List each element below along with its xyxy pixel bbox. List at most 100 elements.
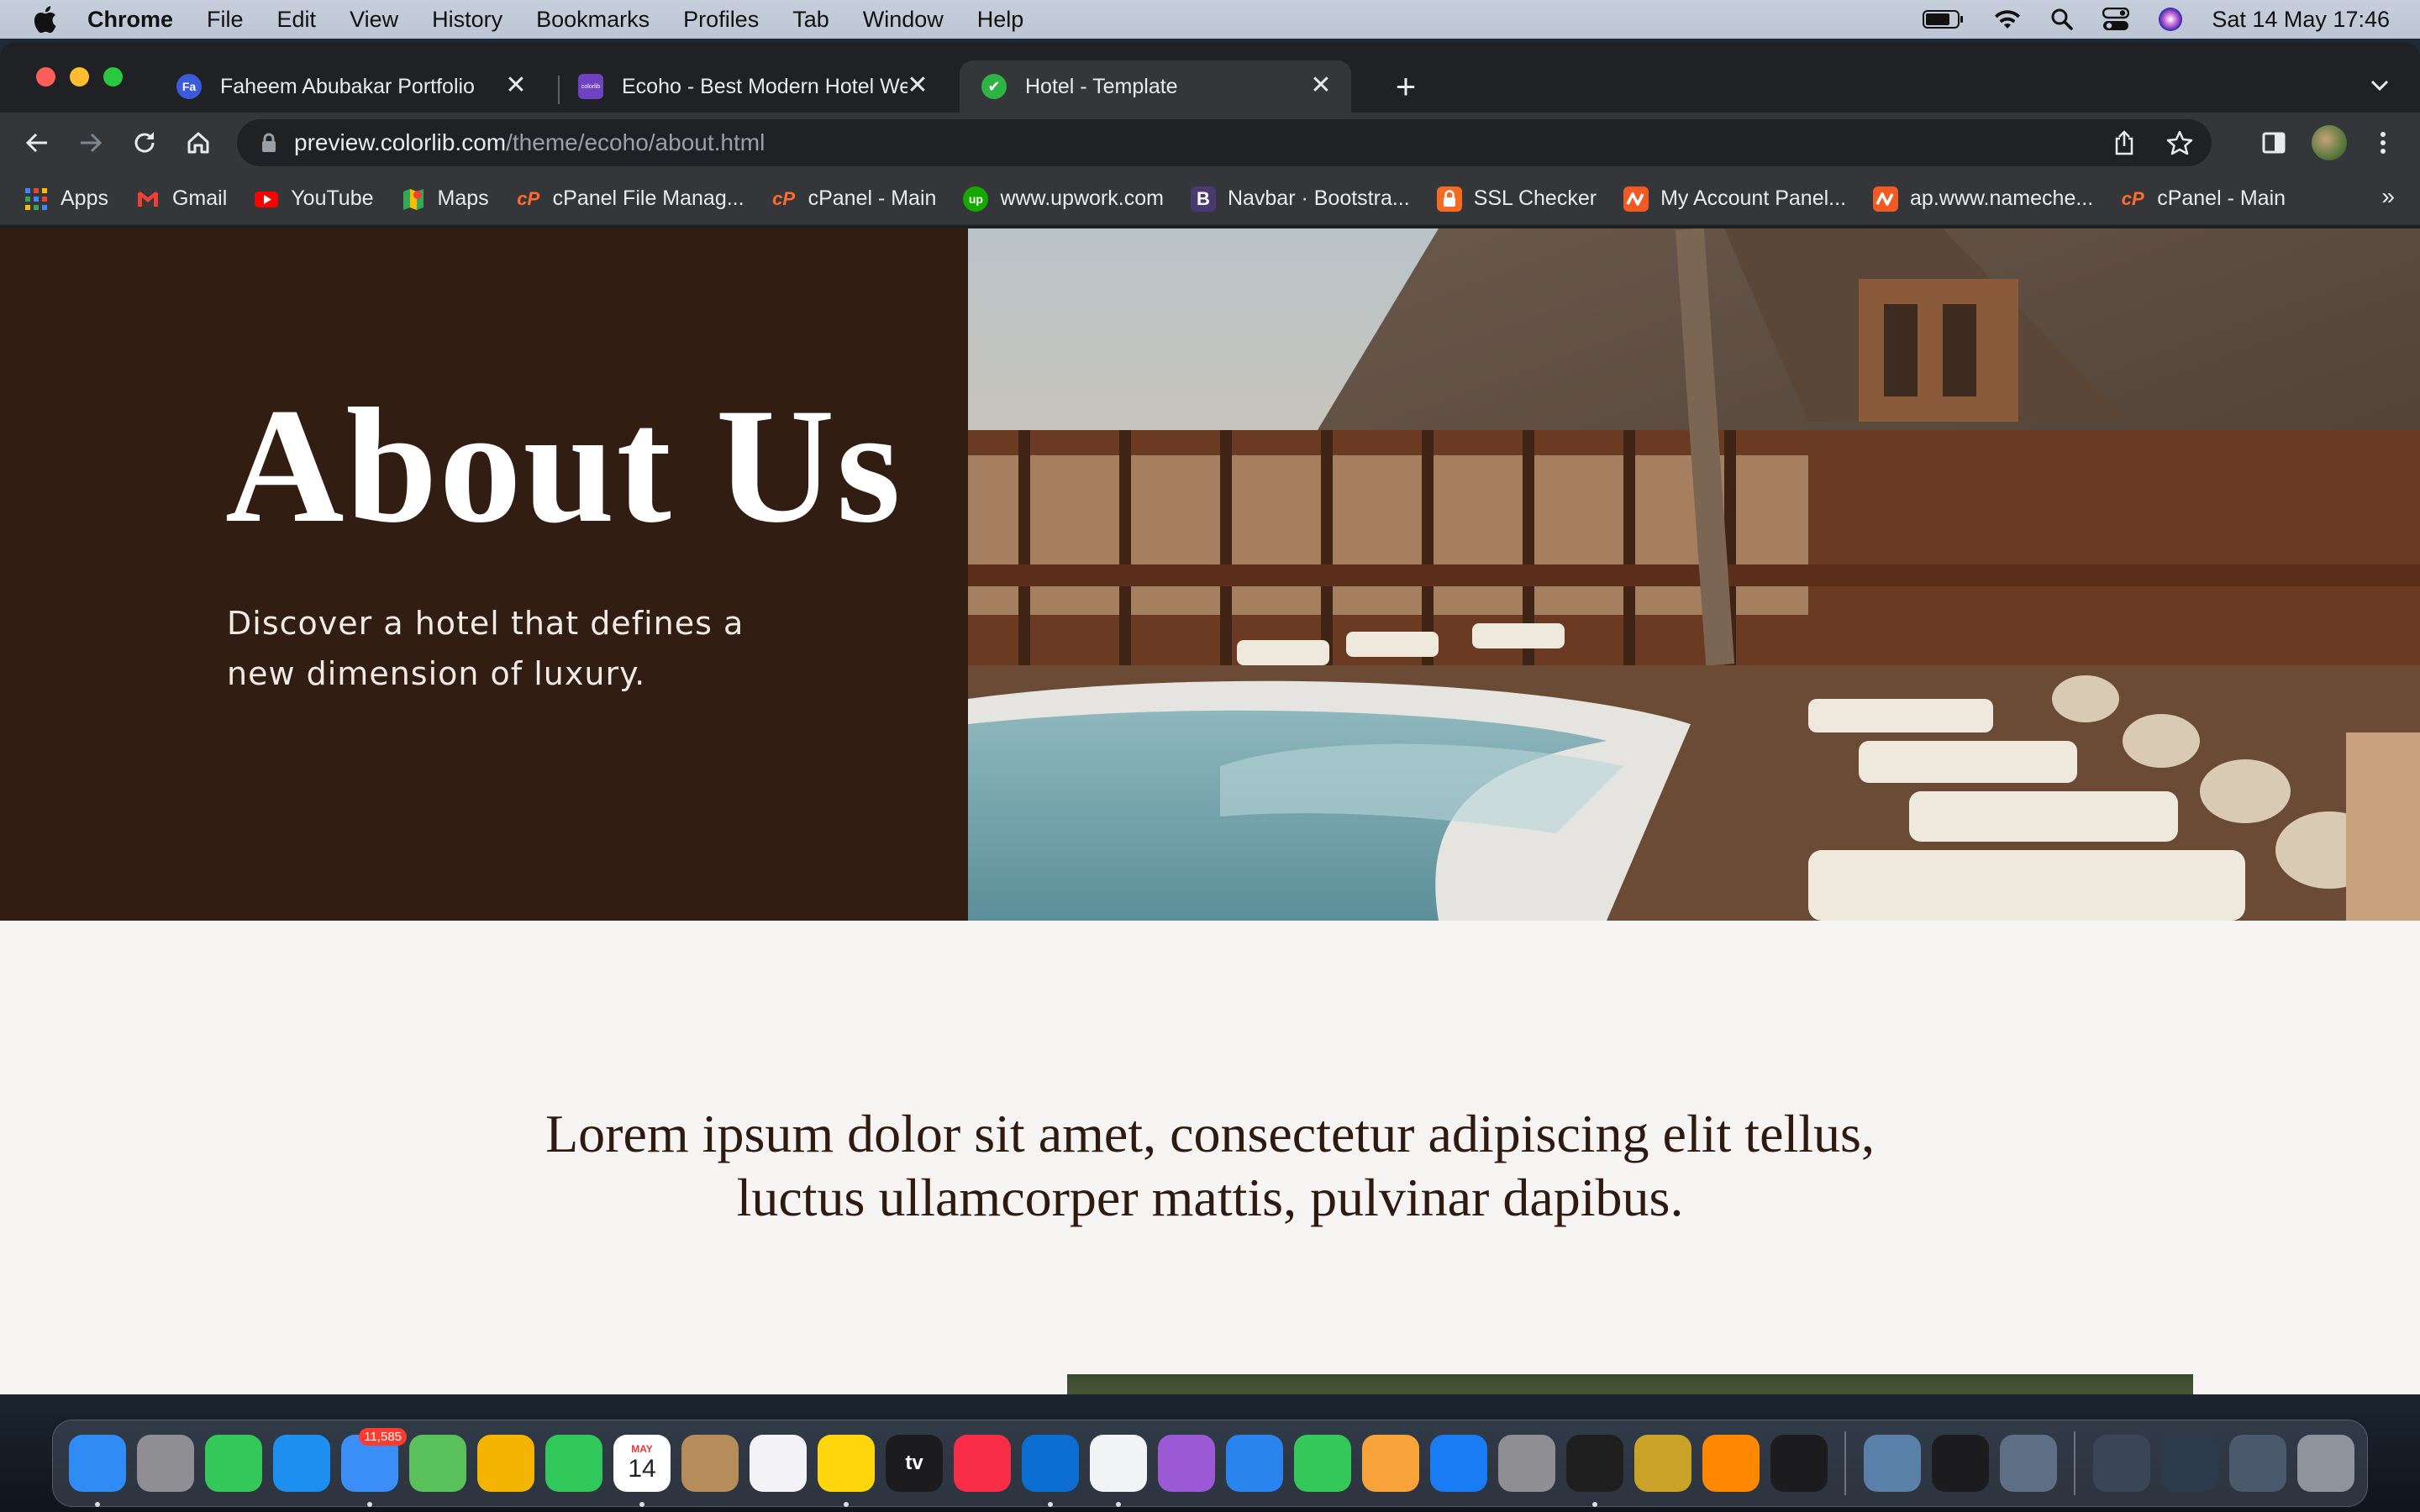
menu-view[interactable]: View (350, 7, 398, 33)
address-bar[interactable]: preview.colorlib.com/theme/ecoho/about.h… (237, 119, 2212, 166)
keynote-icon[interactable] (1226, 1435, 1283, 1492)
bookmark-bootstrap-navbar[interactable]: B Navbar · Bootstra... (1190, 186, 1410, 212)
forward-button[interactable] (72, 124, 109, 161)
tab-hotel-template[interactable]: ✔ Hotel - Template ✕ (960, 60, 1351, 113)
archive-utility-icon[interactable] (1634, 1435, 1691, 1492)
pages-icon[interactable] (1362, 1435, 1419, 1492)
menu-profiles[interactable]: Profiles (683, 7, 759, 33)
menu-bookmarks[interactable]: Bookmarks (536, 7, 650, 33)
spotlight-search-icon[interactable] (2050, 8, 2074, 31)
bookmark-ssl-checker[interactable]: SSL Checker (1436, 186, 1597, 212)
side-panel-button[interactable] (2255, 124, 2292, 161)
bookmark-gmail[interactable]: Gmail (135, 186, 227, 212)
dock-divider (1844, 1431, 1846, 1495)
downloads-stack-icon[interactable] (2161, 1435, 2218, 1492)
lock-icon[interactable] (260, 133, 277, 153)
trash-icon[interactable] (2297, 1435, 2354, 1492)
dock: 11,585 MAY 14 tv (52, 1420, 2368, 1507)
profile-button[interactable] (2311, 124, 2348, 161)
vscode-icon[interactable] (1022, 1435, 1079, 1507)
namecheap-icon (1623, 186, 1649, 212)
bookmark-label: YouTube (291, 186, 374, 210)
tab-ecoho[interactable]: colorlib Ecoho - Best Modern Hotel We ✕ (556, 60, 948, 113)
page-title: About Us (225, 375, 902, 557)
notes-icon[interactable] (818, 1435, 875, 1507)
menu-clock[interactable]: Sat 14 May 17:46 (2212, 7, 2390, 33)
bookmark-youtube[interactable]: YouTube (254, 186, 374, 212)
bookmark-my-account-panel[interactable]: My Account Panel... (1623, 186, 1846, 212)
new-tab-button[interactable]: + (1385, 66, 1427, 108)
finder-icon[interactable] (69, 1435, 126, 1507)
bookmark-label: Maps (437, 186, 489, 210)
menu-history[interactable]: History (432, 7, 502, 33)
launchpad-icon[interactable] (137, 1435, 194, 1492)
more-bookmarks-button[interactable]: » (2381, 183, 2395, 210)
maps-icon[interactable] (409, 1435, 466, 1492)
music-icon[interactable] (954, 1435, 1011, 1492)
bookmark-upwork[interactable]: up www.upwork.com (963, 186, 1164, 212)
calendar-icon[interactable]: MAY 14 (613, 1435, 671, 1507)
close-tab-icon[interactable]: ✕ (904, 72, 931, 99)
reminders-icon[interactable] (750, 1435, 807, 1492)
menu-file[interactable]: File (207, 7, 244, 33)
menu-help[interactable]: Help (977, 7, 1024, 33)
share-icon[interactable] (2112, 129, 2136, 156)
mail-icon[interactable]: 11,585 (341, 1428, 407, 1507)
tab-portfolio[interactable]: Fa Faheem Abubakar Portfolio ✕ (155, 60, 546, 113)
bookmark-cpanel-file-manager[interactable]: cP cPanel File Manag... (516, 186, 744, 212)
back-arrow-icon (25, 133, 47, 153)
bookmark-apps[interactable]: Apps (24, 186, 108, 212)
photos-icon[interactable] (477, 1435, 534, 1492)
namecheap-icon (1873, 186, 1899, 212)
wifi-icon[interactable] (1993, 8, 2022, 30)
bookmark-maps[interactable]: Maps (401, 186, 489, 212)
menu-tab[interactable]: Tab (792, 7, 829, 33)
running-indicator (1592, 1502, 1597, 1507)
tab-title: Ecoho - Best Modern Hotel We (622, 74, 908, 98)
close-window-button[interactable] (36, 67, 55, 87)
system-preferences-icon[interactable] (1498, 1435, 1555, 1492)
contacts-icon[interactable] (681, 1435, 739, 1492)
minimize-window-button[interactable] (70, 67, 89, 87)
tab-search-chevron-icon[interactable] (2365, 71, 2395, 101)
close-tab-icon[interactable]: ✕ (1307, 72, 1334, 99)
more-vertical-icon (2381, 132, 2386, 154)
forward-arrow-icon (81, 133, 103, 153)
tab-title: Hotel - Template (1025, 74, 1178, 98)
quicktime-icon[interactable] (2000, 1435, 2057, 1492)
preview-icon[interactable] (1864, 1435, 1921, 1492)
control-center-icon[interactable] (2102, 8, 2130, 31)
siri-icon[interactable] (2158, 7, 2183, 32)
bookmark-star-icon[interactable] (2166, 129, 2193, 156)
tab-title: Faheem Abubakar Portfolio (220, 74, 475, 98)
activity-monitor-icon[interactable] (1932, 1435, 1989, 1492)
home-button[interactable] (180, 124, 217, 161)
menu-app-name[interactable]: Chrome (87, 7, 173, 33)
back-button[interactable] (18, 124, 55, 161)
bookmark-cpanel-main[interactable]: cP cPanel - Main (771, 186, 936, 212)
menu-edit[interactable]: Edit (277, 7, 317, 33)
bookmark-cpanel-main-2[interactable]: cP cPanel - Main (2120, 186, 2286, 212)
app-store-icon[interactable] (1430, 1435, 1487, 1492)
landscape-image (1067, 1374, 2193, 1394)
close-tab-icon[interactable]: ✕ (502, 72, 529, 99)
facetime-icon[interactable] (545, 1435, 602, 1492)
fullscreen-window-button[interactable] (103, 67, 123, 87)
podcasts-icon[interactable] (1158, 1435, 1215, 1492)
reload-button[interactable] (126, 124, 163, 161)
chrome-menu-button[interactable] (2365, 124, 2402, 161)
apple-menu-icon[interactable] (32, 5, 57, 34)
chrome-icon[interactable] (1090, 1435, 1147, 1507)
vlc-icon[interactable] (1702, 1435, 1760, 1492)
bookmark-namecheap-ap[interactable]: ap.www.nameche... (1873, 186, 2093, 212)
desktop-stack-icon[interactable] (2093, 1435, 2150, 1492)
safari-icon[interactable] (273, 1435, 330, 1492)
figma-icon[interactable] (1566, 1435, 1623, 1507)
screenshots-stack-icon[interactable] (2229, 1435, 2286, 1492)
apple-tv-icon[interactable]: tv (886, 1435, 943, 1492)
messages-icon[interactable] (205, 1435, 262, 1492)
numbers-icon[interactable] (1294, 1435, 1351, 1492)
battery-icon[interactable] (1923, 9, 1965, 29)
terminal-icon[interactable] (1770, 1435, 1828, 1492)
menu-window[interactable]: Window (863, 7, 944, 33)
